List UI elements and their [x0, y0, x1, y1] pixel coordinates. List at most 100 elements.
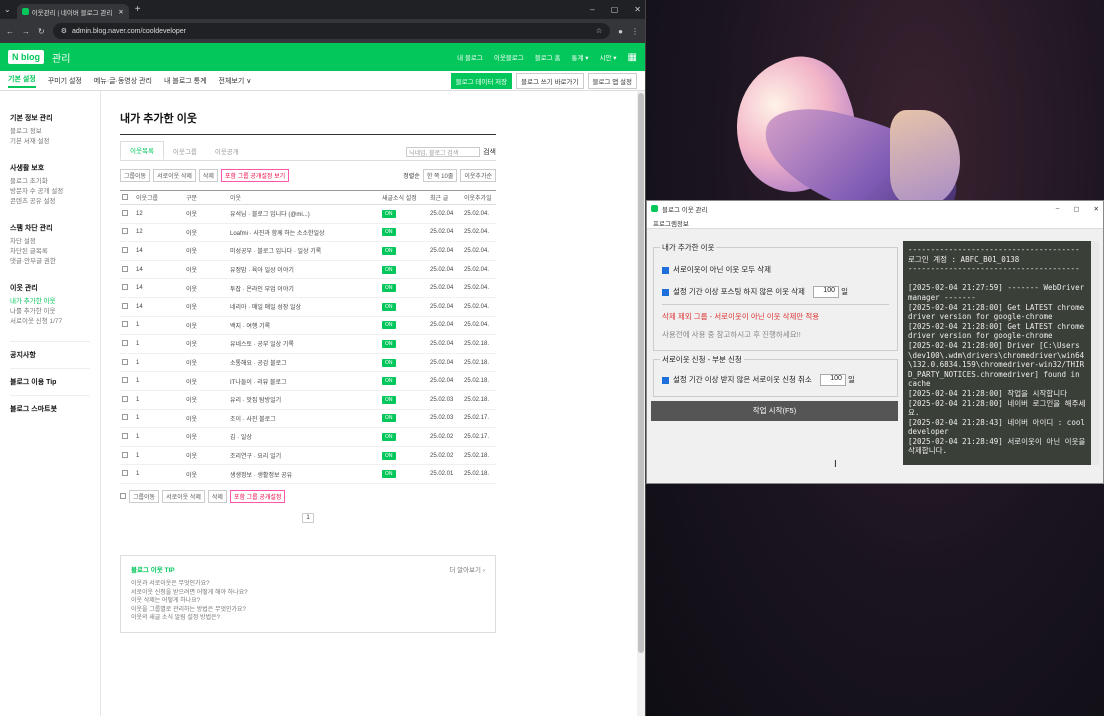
row-checkbox-cell[interactable] [120, 427, 134, 447]
table-row[interactable]: 1 이웃 백지 · 여행 기록 ON 25.02.04 25.02.04. [120, 316, 496, 336]
row-neighbor-name[interactable]: 투잡 · 온라인 부업 이야기 [228, 278, 380, 298]
opt-delete-inactive-row[interactable]: 설정 기간 이상 포스팅 하지 않은 이웃 삭제 100 일 [662, 286, 889, 299]
col-kind[interactable]: 구분 [184, 190, 228, 205]
start-task-button[interactable]: 작업 시작(F5) [651, 401, 898, 421]
sidebar-item[interactable]: 기본 서재 설정 [10, 137, 90, 147]
scroll-thumb[interactable] [638, 93, 644, 653]
row-neighbor-name[interactable]: 유정맘 · 육아 일상 이야기 [228, 260, 380, 280]
row-checkbox-cell[interactable] [120, 390, 134, 410]
sidebar-item[interactable]: 블로그 정보 [10, 127, 90, 137]
opt-cancel-request-row[interactable]: 설정 기간 이상 받지 않은 서로이웃 신청 취소 100 일 [662, 374, 889, 387]
row-checkbox[interactable] [122, 470, 128, 477]
close-window-icon[interactable]: ✕ [634, 5, 641, 14]
inactive-days-input[interactable]: 100 [812, 286, 839, 299]
delete-button[interactable]: 삭제 [198, 169, 218, 182]
row-checkbox[interactable] [122, 395, 128, 402]
nav-my-blog[interactable]: 내 블로그 [457, 52, 483, 62]
row-checkbox[interactable] [122, 321, 128, 328]
row-checkbox[interactable] [122, 358, 128, 365]
table-row[interactable]: 1 이웃 조이 · 사진 블로그 ON 25.02.03 25.02.17. [120, 409, 496, 429]
subnav-all[interactable]: 전체보기 ∨ [219, 76, 252, 86]
notify-toggle[interactable]: ON [382, 470, 396, 479]
row-checkbox[interactable] [122, 284, 128, 291]
notify-toggle[interactable]: ON [382, 339, 396, 348]
browser-tab[interactable]: 이웃관리 | 네이버 블로그 관리 ✕ [16, 4, 129, 19]
group-visibility-button[interactable]: 포함 그룹 공개설정 보기 [220, 169, 290, 182]
tip-item[interactable]: 이웃을 그룹별로 관리하는 방법은 무엇인가요? [131, 606, 485, 615]
subnav-menu-post[interactable]: 메뉴·글·동영상 관리 [94, 76, 152, 86]
notify-toggle[interactable]: ON [382, 209, 396, 218]
row-neighbor-name[interactable]: 유리 · 맛집 탐방일기 [228, 390, 380, 410]
row-checkbox[interactable] [122, 451, 128, 458]
log-scrollbar[interactable] [1091, 241, 1099, 465]
blog-logo[interactable]: N blog [8, 50, 44, 64]
row-checkbox[interactable] [122, 432, 128, 439]
row-checkbox[interactable] [122, 246, 128, 253]
nav-user[interactable]: 시안 ▾ [600, 52, 617, 62]
notify-toggle[interactable]: ON [382, 302, 396, 311]
sidebar-link-notice[interactable]: 공지사항 [10, 341, 90, 368]
tip-item[interactable]: 이웃의 새글 소식 알림 설정 방법은? [131, 614, 485, 623]
rows-per-page-select[interactable]: 한 쪽 10줄 [422, 169, 458, 182]
profile-icon[interactable]: ● [618, 27, 623, 36]
table-row[interactable]: 1 이웃 생생정보 · 생활정보 공유 ON 25.02.01 25.02.18… [120, 464, 496, 484]
col-group[interactable]: 이웃그룹 [134, 190, 184, 205]
row-neighbor-name[interactable]: 유네스토 · 공부 일상 기록 [228, 334, 380, 354]
row-neighbor-name[interactable]: 소통해요 · 공감 블로그 [228, 353, 380, 373]
sidebar-item-my-neighbors[interactable]: 내가 추가한 이웃 [10, 297, 90, 307]
table-row[interactable]: 12 이웃 Loafmi · 사진과 함께 하는 소소한일상 ON 25.02.… [120, 223, 496, 243]
table-row[interactable]: 14 이웃 미성공부 · 블로그 입니다 · 일상 기록 ON 25.02.04… [120, 241, 496, 261]
row-checkbox-cell[interactable] [120, 371, 134, 391]
row-neighbor-name[interactable]: 유석님 · 블로그 입니다 (@mi...) [228, 204, 380, 224]
notify-toggle[interactable]: ON [382, 284, 396, 293]
notify-toggle[interactable]: ON [382, 321, 396, 330]
tab-search-icon[interactable]: ⌄ [4, 5, 11, 14]
sidebar-item[interactable]: 차단된 글목록 [10, 247, 90, 257]
table-row[interactable]: 14 이웃 투잡 · 온라인 부업 이야기 ON 25.02.04 25.02.… [120, 278, 496, 298]
write-post-button[interactable]: 블로그 쓰기 바로가기 [516, 72, 584, 89]
move-group-bottom-button[interactable]: 그룹이동 [129, 489, 160, 503]
log-output[interactable]: -------------------------------------- 로그… [903, 241, 1091, 465]
delete-bottom-button[interactable]: 삭제 [207, 489, 227, 503]
forward-icon[interactable]: → [22, 27, 30, 36]
row-neighbor-name[interactable]: 조이 · 사진 블로그 [228, 409, 380, 429]
table-row[interactable]: 14 이웃 네리아 · 매일 매일 성장 일상 ON 25.02.04 25.0… [120, 297, 496, 317]
notify-toggle[interactable]: ON [382, 246, 396, 255]
row-neighbor-name[interactable]: IT나들이 · 리뷰 블로그 [228, 371, 380, 391]
back-icon[interactable]: ← [6, 27, 14, 36]
notify-toggle[interactable]: ON [382, 395, 396, 404]
app-close-icon[interactable]: ✕ [1094, 205, 1099, 213]
row-neighbor-name[interactable]: 김 · 일상 [228, 427, 380, 447]
page-scrollbar[interactable] [637, 91, 645, 716]
row-neighbor-name[interactable]: 생생정보 · 생활정보 공유 [228, 464, 380, 484]
row-checkbox-cell[interactable] [120, 353, 134, 373]
header-checkbox[interactable] [120, 190, 134, 205]
table-row[interactable]: 1 이웃 소통해요 · 공감 블로그 ON 25.02.04 25.02.18. [120, 353, 496, 373]
neighbor-search-input[interactable]: 닉네임, 블로그 검색 [406, 147, 481, 157]
row-checkbox-cell[interactable] [120, 260, 134, 280]
row-neighbor-name[interactable]: 조리연구 · 요리 일기 [228, 446, 380, 466]
col-notify[interactable]: 새글소식 설정 [380, 190, 428, 205]
app-maximize-icon[interactable]: ▢ [1073, 205, 1079, 213]
page-1[interactable]: 1 [302, 512, 314, 523]
app-minimize-icon[interactable]: – [1056, 205, 1060, 213]
url-field[interactable]: ⚙ admin.blog.naver.com/cooldeveloper ☆ [52, 23, 611, 39]
group-visibility-bottom-button[interactable]: 포함 그룹 공개설정 [229, 489, 286, 503]
row-checkbox[interactable] [122, 265, 128, 272]
tip-more-link[interactable]: 더 알아보기 › [449, 564, 485, 574]
app-menu-info[interactable]: 프로그램정보 [647, 216, 1103, 229]
tip-item[interactable]: 이웃 삭제는 어떻게 하나요? [131, 597, 485, 606]
notify-toggle[interactable]: ON [382, 451, 396, 460]
remove-mutual-bottom-button[interactable]: 서로이웃 삭제 [162, 489, 205, 503]
table-row[interactable]: 1 이웃 조리연구 · 요리 일기 ON 25.02.02 25.02.18. [120, 446, 496, 466]
close-tab-icon[interactable]: ✕ [118, 8, 123, 16]
sidebar-item[interactable]: 서로이웃 신청 1/77 [10, 317, 90, 327]
notify-toggle[interactable]: ON [382, 377, 396, 386]
subnav-stats[interactable]: 내 블로그 통계 [164, 76, 207, 86]
table-row[interactable]: 14 이웃 유정맘 · 육아 일상 이야기 ON 25.02.04 25.02.… [120, 260, 496, 280]
minimize-icon[interactable]: – [590, 5, 594, 14]
table-row[interactable]: 12 이웃 유석님 · 블로그 입니다 (@mi...) ON 25.02.04… [120, 204, 496, 224]
nav-neighbor-blog[interactable]: 이웃블로그 [494, 52, 524, 62]
row-neighbor-name[interactable]: Loafmi · 사진과 함께 하는 소소한일상 [228, 223, 380, 243]
row-checkbox-cell[interactable] [120, 223, 134, 243]
